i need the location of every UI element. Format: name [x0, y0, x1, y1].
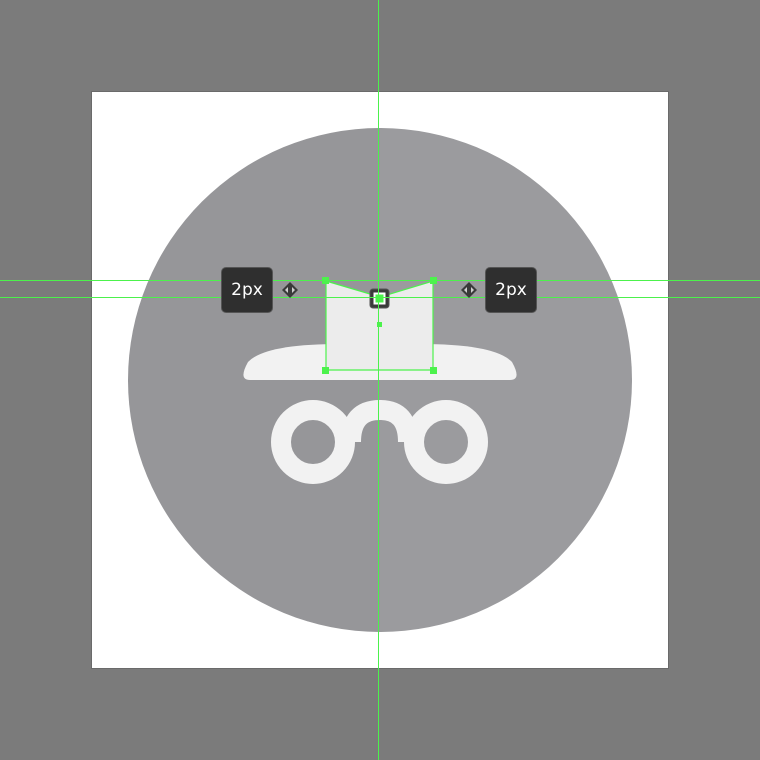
measurement-label-right: 2px	[486, 268, 536, 312]
spacing-arrows-icon	[282, 282, 298, 298]
incognito-icon	[128, 128, 632, 632]
horizontal-guide-top	[0, 280, 760, 281]
horizontal-guide-bottom	[0, 297, 760, 298]
anchor-point-bottom-right[interactable]	[430, 367, 437, 374]
canvas-workspace[interactable]: 2px 2px	[0, 0, 760, 760]
selected-anchor-point	[375, 294, 384, 303]
spacing-arrows-icon	[461, 282, 477, 298]
anchor-point-bottom-left[interactable]	[322, 367, 329, 374]
vertical-center-guide	[378, 0, 379, 760]
measurement-label-left: 2px	[222, 268, 272, 312]
